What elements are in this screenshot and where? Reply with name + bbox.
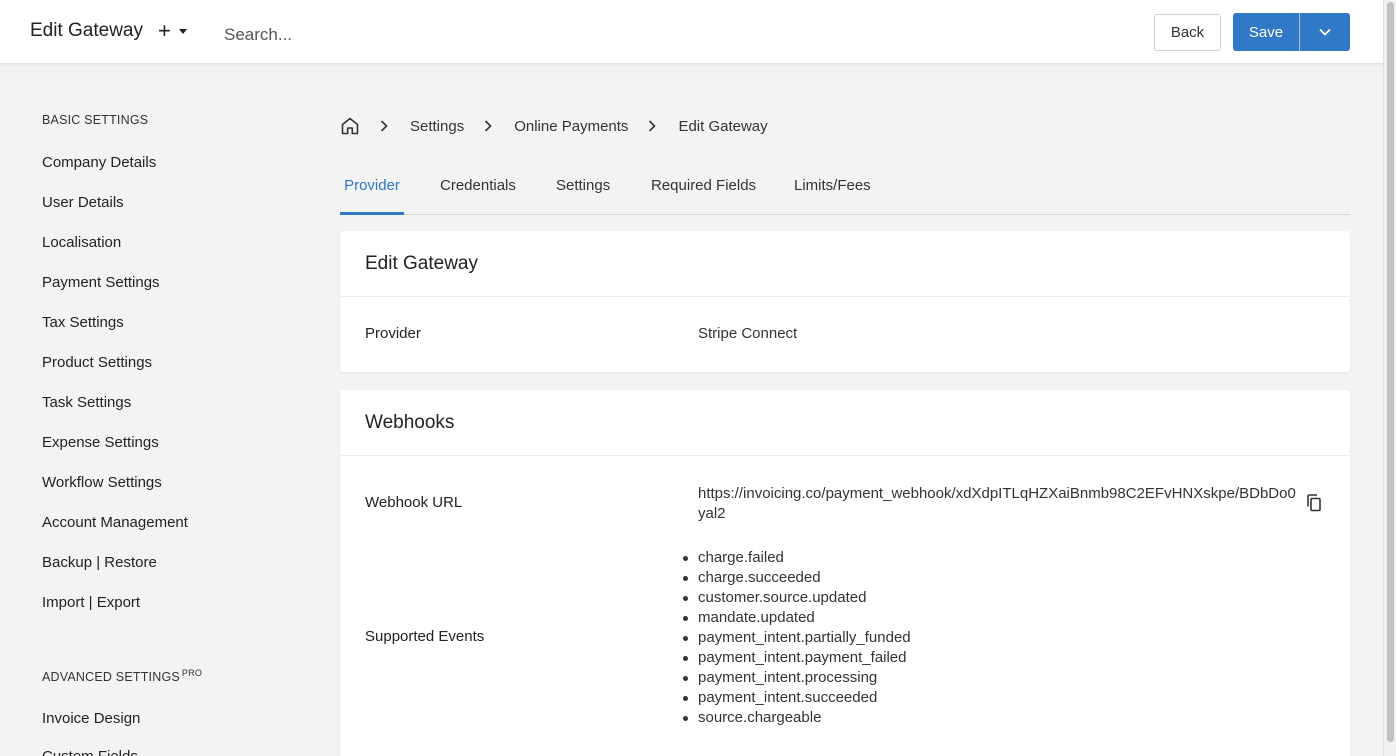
plus-icon: + (158, 18, 171, 43)
sidebar-item-user-details[interactable]: User Details (42, 194, 124, 211)
card-title: Edit Gateway (340, 231, 1350, 297)
list-item: payment_intent.succeeded (683, 688, 911, 708)
breadcrumb-online-payments[interactable]: Online Payments (514, 118, 628, 135)
tab-required-fields[interactable]: Required Fields (651, 166, 756, 214)
chevron-right-icon (648, 120, 657, 132)
webhooks-card: Webhooks Webhook URL https://invoicing.c… (340, 390, 1350, 756)
edit-gateway-card: Edit Gateway Provider Stripe Connect (340, 231, 1350, 372)
breadcrumb-edit-gateway: Edit Gateway (678, 117, 768, 135)
list-item: mandate.updated (683, 608, 911, 628)
tab-limits-fees[interactable]: Limits/Fees (794, 166, 871, 214)
list-item: charge.succeeded (683, 568, 911, 588)
pro-badge: PRO (181, 668, 203, 678)
sidebar-item-workflow-settings[interactable]: Workflow Settings (42, 474, 162, 491)
sidebar-item-product-settings[interactable]: Product Settings (42, 354, 152, 371)
sidebar-item-company-details[interactable]: Company Details (42, 154, 156, 171)
webhook-url-value: https://invoicing.co/payment_webhook/xdX… (698, 485, 1296, 522)
provider-label: Provider (365, 325, 421, 342)
list-item: payment_intent.processing (683, 668, 911, 688)
sidebar-item-backup-restore[interactable]: Backup | Restore (42, 554, 157, 571)
breadcrumb-home[interactable] (340, 116, 360, 136)
breadcrumb: Settings Online Payments Edit Gateway (340, 116, 768, 136)
sidebar-item-tax-settings[interactable]: Tax Settings (42, 314, 124, 331)
scrollbar-thumb[interactable] (1387, 2, 1394, 742)
home-icon (341, 117, 359, 135)
search-input[interactable] (214, 20, 714, 50)
tab-credentials[interactable]: Credentials (440, 166, 516, 214)
list-item: customer.source.updated (683, 588, 911, 608)
breadcrumb-settings[interactable]: Settings (410, 118, 464, 135)
card-title: Webhooks (340, 390, 1350, 456)
chevron-right-icon (380, 120, 388, 132)
copy-url-button[interactable] (1306, 494, 1322, 517)
settings-sidebar: BASIC SETTINGS Company Details User Deta… (0, 64, 300, 756)
copy-icon (1307, 494, 1321, 512)
back-button[interactable]: Back (1154, 14, 1221, 51)
supported-events-label: Supported Events (365, 628, 485, 645)
save-options-button[interactable] (1300, 13, 1350, 51)
chevron-right-icon (484, 120, 492, 132)
sidebar-item-task-settings[interactable]: Task Settings (42, 394, 131, 411)
save-button-group: Save (1233, 13, 1350, 51)
advanced-settings-heading: ADVANCED SETTINGS PRO (42, 668, 202, 684)
list-item: payment_intent.partially_funded (683, 629, 911, 646)
provider-value: Stripe Connect (698, 325, 798, 342)
list-item: charge.failed (683, 548, 911, 568)
sidebar-item-invoice-design[interactable]: Invoice Design (42, 710, 140, 727)
list-item: payment_intent.payment_failed (683, 648, 911, 668)
sidebar-item-expense-settings[interactable]: Expense Settings (42, 434, 159, 451)
supported-events-list: charge.failed charge.succeeded customer.… (683, 548, 911, 728)
sidebar-item-localisation[interactable]: Localisation (42, 234, 121, 251)
scrollbar[interactable] (1383, 0, 1396, 756)
tab-settings[interactable]: Settings (556, 166, 610, 214)
top-bar: Edit Gateway + Back Save (0, 0, 1383, 64)
sidebar-item-custom-fields[interactable]: Custom Fields (42, 748, 138, 756)
chevron-down-icon (1319, 28, 1331, 36)
gateway-tabs: Provider Credentials Settings Required F… (340, 166, 1350, 215)
basic-settings-heading: BASIC SETTINGS (42, 113, 149, 127)
sidebar-item-payment-settings[interactable]: Payment Settings (42, 274, 160, 291)
sidebar-item-account-management[interactable]: Account Management (42, 514, 188, 531)
webhook-url-label: Webhook URL (365, 494, 463, 511)
sidebar-item-import-export[interactable]: Import | Export (42, 594, 140, 611)
caret-down-icon (178, 28, 187, 34)
page-title: Edit Gateway (30, 20, 143, 41)
save-button[interactable]: Save (1233, 13, 1299, 51)
list-item: source.chargeable (683, 708, 911, 728)
advanced-settings-label: ADVANCED SETTINGS (42, 670, 180, 684)
tab-provider[interactable]: Provider (340, 166, 404, 215)
add-menu-button[interactable]: + (158, 20, 187, 42)
